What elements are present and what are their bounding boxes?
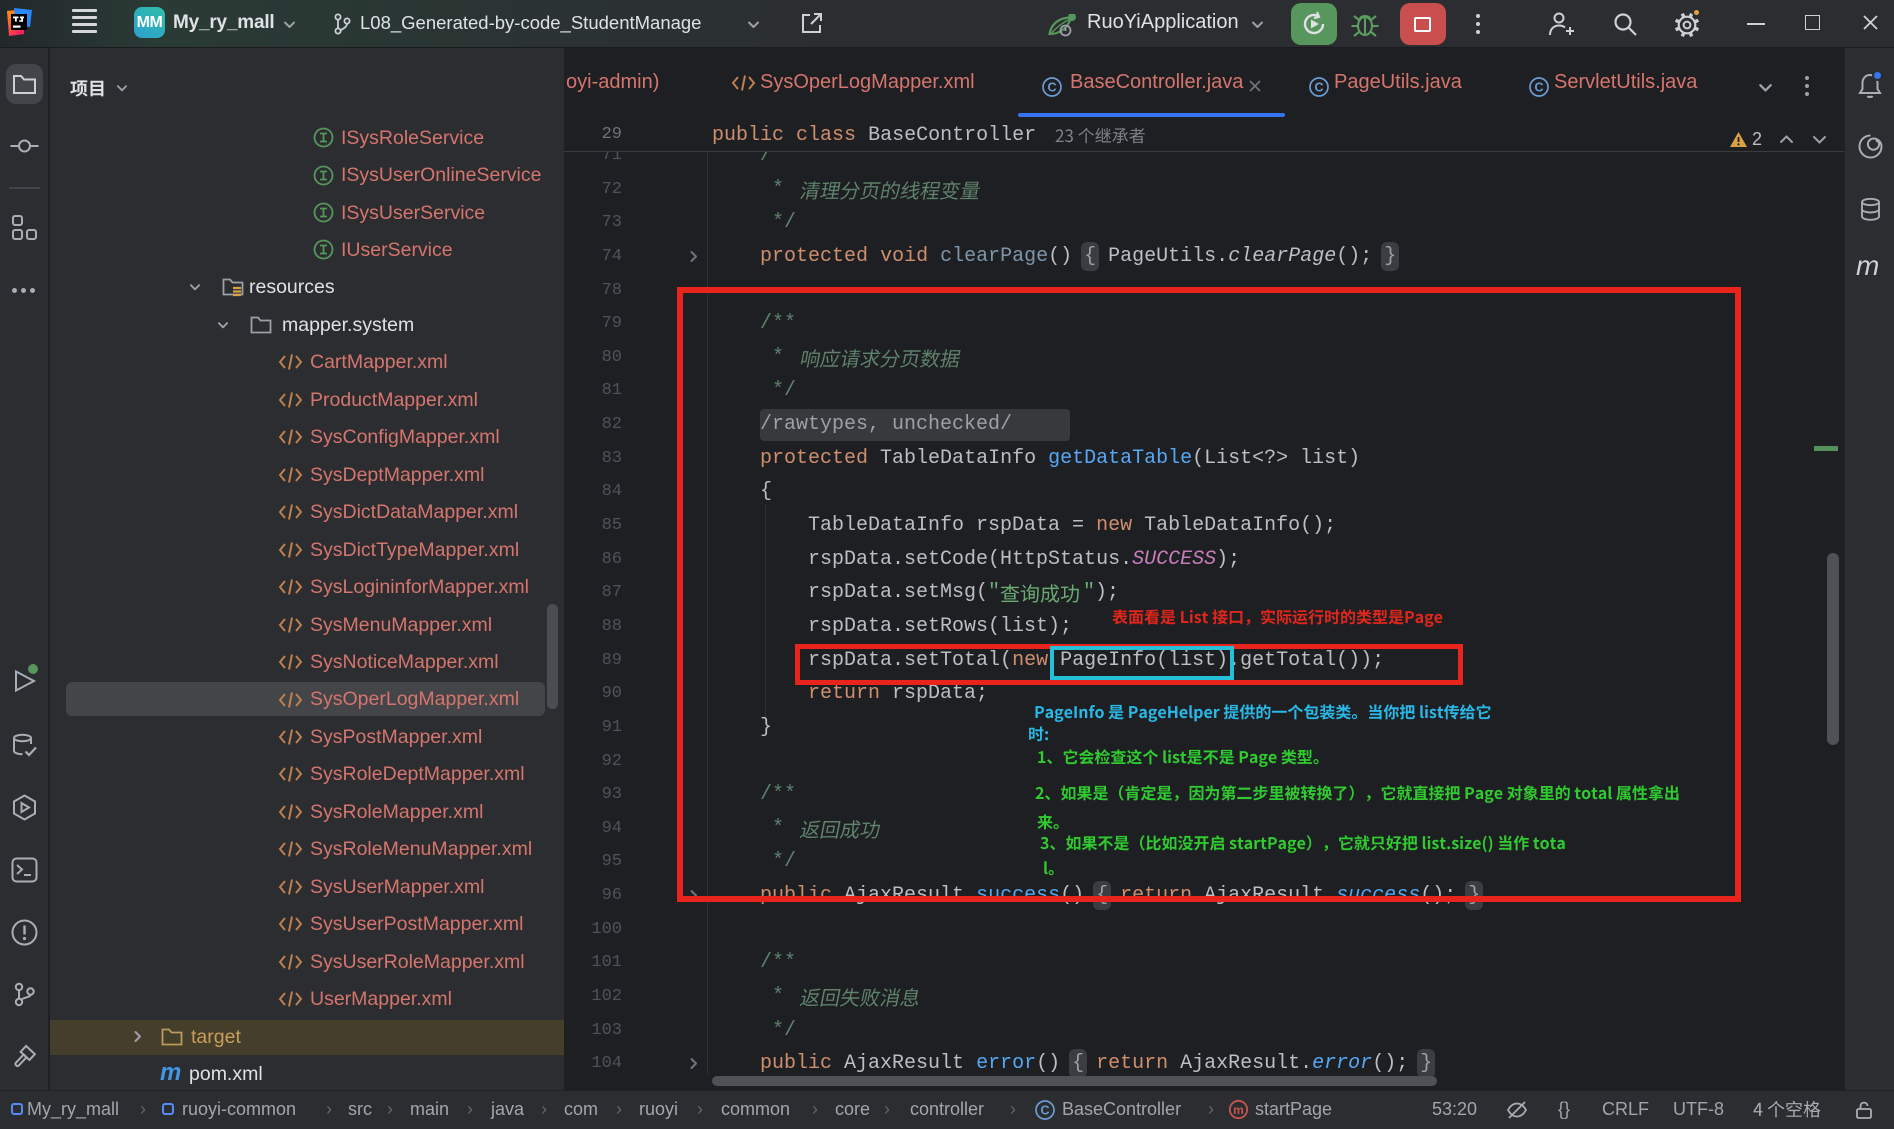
svg-text:C: C: [1314, 81, 1323, 95]
svg-text:C: C: [1047, 81, 1056, 95]
svg-text:C: C: [1534, 81, 1543, 95]
svg-text:C: C: [1040, 1104, 1049, 1118]
svg-text:m: m: [1233, 1103, 1244, 1117]
